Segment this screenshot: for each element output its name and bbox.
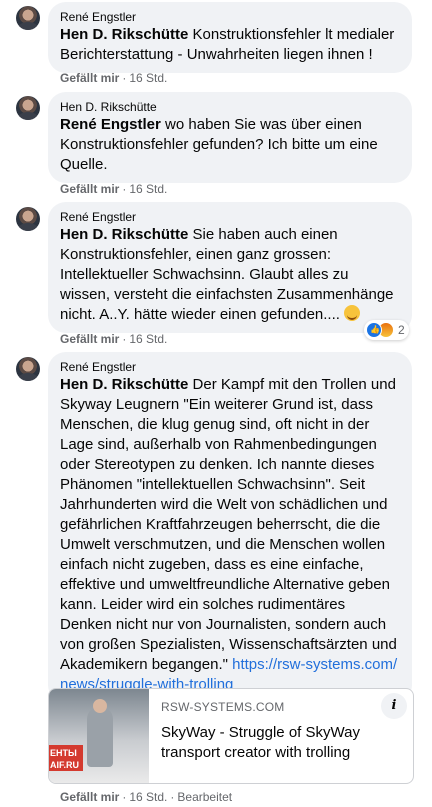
edited-label: Bearbeitet [177, 790, 233, 804]
comment-author[interactable]: Hen D. Rikschütte [60, 99, 400, 115]
like-button[interactable]: Gefällt mir [60, 71, 119, 85]
mention[interactable]: René Engstler [60, 116, 161, 133]
timestamp[interactable]: 16 Std. [129, 182, 167, 196]
comment-bubble: Hen D. Rikschütte René Engstler wo haben… [48, 92, 412, 183]
mention[interactable]: Hen D. Rikschütte [60, 226, 188, 243]
reaction-summary[interactable]: 2 [364, 320, 409, 340]
like-button[interactable]: Gefällt mir [60, 790, 119, 804]
like-button[interactable]: Gefällt mir [60, 332, 119, 346]
avatar[interactable] [16, 357, 40, 381]
comment-text: Hen D. Rikschütte Der Kampf mit den Trol… [60, 376, 398, 693]
smile-emoji-icon [344, 305, 361, 321]
comment-author[interactable]: René Engstler [60, 209, 400, 225]
timestamp[interactable]: 16 Std. [129, 790, 167, 804]
preview-thumbnail: ЕНТЫ AIF.RU [49, 689, 149, 783]
comment-bubble: René Engstler Hen D. Rikschütte Konstruk… [48, 2, 412, 73]
timestamp[interactable]: 16 Std. [129, 332, 167, 346]
comment-bubble: René Engstler Hen D. Rikschütte Sie habe… [48, 202, 412, 333]
info-icon[interactable]: i [381, 693, 407, 719]
comment-author[interactable]: René Engstler [60, 359, 400, 375]
preview-title[interactable]: SkyWay - Struggle of SkyWay transport cr… [161, 723, 403, 763]
comment-actions: Gefällt mir · 16 Std. [60, 71, 168, 85]
timestamp[interactable]: 16 Std. [129, 71, 167, 85]
comment-actions: Gefällt mir · 16 Std. · Bearbeitet [60, 790, 233, 804]
avatar[interactable] [16, 6, 40, 30]
preview-body: RSW-SYSTEMS.COM SkyWay - Struggle of Sky… [161, 699, 403, 763]
preview-domain: RSW-SYSTEMS.COM [161, 700, 285, 714]
comment-actions: Gefällt mir · 16 Std. [60, 332, 168, 346]
mention[interactable]: Hen D. Rikschütte [60, 376, 188, 393]
comment-text: Hen D. Rikschütte Sie haben auch einen K… [60, 226, 394, 323]
avatar[interactable] [16, 96, 40, 120]
like-button[interactable]: Gefällt mir [60, 182, 119, 196]
comment-bubble: René Engstler Hen D. Rikschütte Der Kamp… [48, 352, 412, 703]
like-reaction-icon [366, 322, 382, 338]
link-preview-card[interactable]: ЕНТЫ AIF.RU RSW-SYSTEMS.COM SkyWay - Str… [48, 688, 414, 784]
comment-actions: Gefällt mir · 16 Std. [60, 182, 168, 196]
thumbnail-banner-text: ЕНТЫ AIF.RU [49, 745, 83, 771]
mention[interactable]: Hen D. Rikschütte [60, 26, 188, 43]
comment-author[interactable]: René Engstler [60, 9, 400, 25]
reaction-count: 2 [398, 323, 405, 337]
avatar[interactable] [16, 207, 40, 231]
comment-text: Hen D. Rikschütte Konstruktionsfehler lt… [60, 26, 395, 63]
comment-text: René Engstler wo haben Sie was über eine… [60, 116, 378, 173]
